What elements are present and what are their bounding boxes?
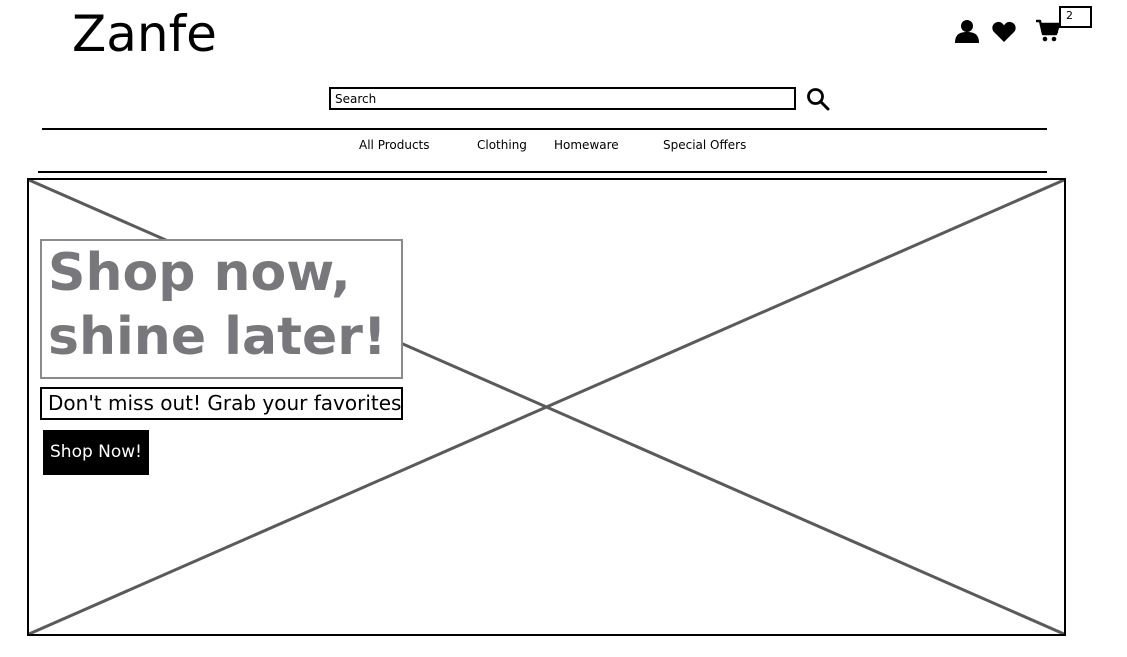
- cart-button[interactable]: [1035, 19, 1061, 43]
- hero-headline: Shop now, shine later!: [48, 241, 387, 369]
- nav-top-divider: [42, 128, 1047, 130]
- cart-count-badge: 2: [1059, 6, 1092, 28]
- page: Zanfe 2 All Products Clothing Homeware: [0, 0, 1127, 657]
- hero-subheading: Don't miss out! Grab your favorites: [40, 387, 403, 420]
- account-button[interactable]: [954, 19, 980, 43]
- search-input[interactable]: [329, 87, 796, 110]
- heart-icon: [992, 21, 1016, 42]
- site-logo[interactable]: Zanfe: [72, 4, 217, 64]
- nav-bottom-divider: [38, 171, 1047, 173]
- hero-headline-box: Shop now, shine later!: [40, 239, 403, 379]
- wishlist-button[interactable]: [992, 21, 1016, 42]
- nav-item-special-offers[interactable]: Special Offers: [663, 137, 746, 153]
- nav-item-clothing[interactable]: Clothing: [477, 137, 527, 153]
- user-icon: [955, 20, 979, 43]
- hero-headline-line-1: Shop now,: [48, 243, 351, 303]
- nav-item-homeware[interactable]: Homeware: [554, 137, 619, 153]
- hero-headline-line-2: shine later!: [48, 307, 387, 367]
- hero-banner: Shop now, shine later! Don't miss out! G…: [27, 178, 1066, 636]
- cart-icon: [1036, 19, 1061, 42]
- nav-item-all-products[interactable]: All Products: [359, 137, 430, 153]
- search-button[interactable]: [806, 87, 830, 111]
- search-icon: [807, 88, 830, 111]
- shop-now-button[interactable]: Shop Now!: [43, 430, 149, 475]
